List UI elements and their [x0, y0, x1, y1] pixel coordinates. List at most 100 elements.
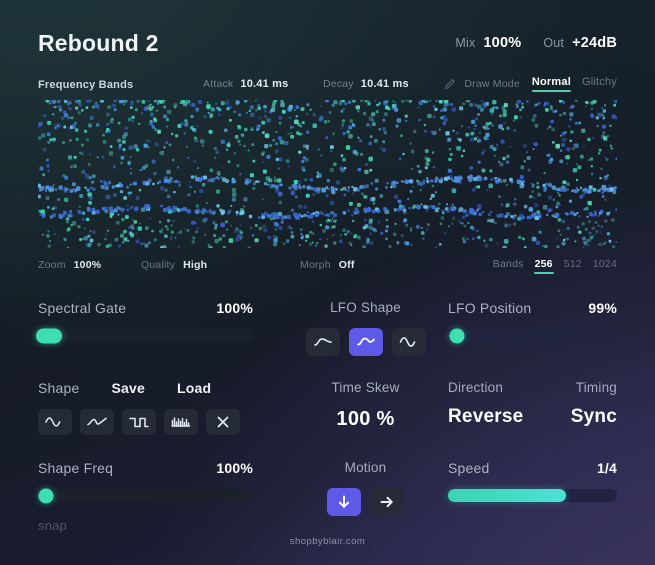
out-label: Out — [543, 36, 565, 50]
speed-control: Speed 1/4 — [448, 460, 617, 502]
subheader-bar: Frequency Bands Attack 10.41 ms Decay 10… — [38, 76, 617, 93]
lfo-position-label: LFO Position — [448, 300, 532, 316]
shape-label: Shape — [38, 380, 80, 396]
timing-value[interactable]: Sync — [571, 406, 617, 428]
smooth-saw-icon[interactable] — [80, 409, 114, 435]
middle-column: LFO Shape Time Skew 100 % Motion — [283, 300, 448, 537]
draw-mode-tabs: Normal Glitchy — [531, 76, 617, 92]
right-column: LFO Position 99% Direction Timing Revers… — [448, 300, 617, 537]
lfo-position-slider[interactable] — [448, 328, 617, 343]
spectral-gate-header: Spectral Gate 100% — [38, 300, 253, 316]
left-column: Spectral Gate 100% Shape Save Load Shape… — [36, 300, 253, 537]
mix-label: Mix — [455, 36, 476, 50]
decay-value: 10.41 ms — [360, 78, 409, 90]
spectrum-canvas — [38, 100, 617, 248]
shape-freq-header: Shape Freq 100% — [38, 460, 253, 476]
lfo-position-control: LFO Position 99% — [448, 300, 617, 343]
page-title: Rebound 2 — [38, 29, 159, 56]
spectral-gate-handle[interactable] — [36, 328, 62, 343]
speed-header: Speed 1/4 — [448, 460, 617, 476]
noise-wave-icon[interactable] — [164, 409, 198, 435]
speed-fill — [448, 489, 567, 502]
motion-control: Motion — [283, 460, 448, 516]
time-skew-control[interactable]: Time Skew 100 % — [283, 380, 448, 431]
lfo-shape-button-row — [283, 328, 448, 356]
wave-sine-icon[interactable] — [391, 328, 426, 356]
lfo-shape-control: LFO Shape — [283, 300, 448, 356]
tab-normal[interactable]: Normal — [531, 76, 572, 92]
shape-freq-handle[interactable] — [38, 488, 54, 503]
speed-slider[interactable] — [448, 489, 617, 502]
lfo-position-value: 99% — [588, 300, 617, 316]
quality-readout[interactable]: Quality High — [141, 259, 207, 271]
shape-button-row — [38, 409, 253, 435]
arrow-down-icon[interactable] — [327, 488, 361, 516]
motion-label: Motion — [344, 460, 387, 475]
control-grid: Spectral Gate 100% Shape Save Load Shape… — [36, 300, 617, 537]
time-skew-value: 100 % — [336, 408, 395, 430]
clear-x-icon[interactable] — [206, 409, 240, 435]
quality-value: High — [183, 259, 208, 271]
shape-freq-slider[interactable] — [38, 488, 253, 503]
shape-freq-label: Shape Freq — [38, 460, 114, 476]
zoom-value: 100% — [73, 259, 102, 271]
shape-load-button[interactable]: Load — [177, 380, 211, 396]
sine-wave-icon[interactable] — [38, 409, 72, 435]
direction-timing-labels: Direction Timing — [448, 380, 617, 395]
tab-glitchy[interactable]: Glitchy — [582, 76, 617, 92]
direction-label: Direction — [448, 380, 504, 395]
morph-label: Morph — [300, 259, 331, 271]
band-option-1024[interactable]: 1024 — [593, 258, 617, 274]
morph-readout[interactable]: Morph Off — [300, 259, 355, 271]
shape-save-button[interactable]: Save — [111, 380, 145, 396]
pencil-icon — [444, 78, 456, 90]
out-value: +24dB — [572, 35, 617, 51]
arrow-right-icon[interactable] — [370, 488, 404, 516]
lfo-position-handle[interactable] — [449, 328, 465, 343]
speed-value: 1/4 — [596, 460, 617, 476]
direction-timing-values: Reverse Sync — [448, 406, 617, 428]
attack-readout[interactable]: Attack 10.41 ms — [203, 78, 288, 90]
section-title: Frequency Bands — [38, 79, 134, 91]
footer-watermark: shopbyblair.com — [289, 536, 366, 547]
zoom-label: Zoom — [38, 259, 66, 271]
spectrum-options-bar: Zoom 100% Quality High Morph Off Bands 2… — [38, 258, 617, 277]
decay-readout[interactable]: Decay 10.41 ms — [323, 78, 409, 90]
lfo-shape-label: LFO Shape — [330, 300, 401, 315]
attack-label: Attack — [203, 78, 234, 90]
bands-selector: Bands 256 512 1024 — [493, 258, 617, 274]
lfo-position-header: LFO Position 99% — [448, 300, 617, 316]
direction-value[interactable]: Reverse — [448, 406, 523, 428]
speed-label: Speed — [448, 460, 490, 476]
square-wave-icon[interactable] — [122, 409, 156, 435]
wave-curve-icon[interactable] — [305, 328, 340, 356]
spectrum-display[interactable] — [38, 100, 617, 248]
zoom-readout[interactable]: Zoom 100% — [38, 259, 101, 271]
timing-label: Timing — [575, 380, 617, 395]
decay-label: Decay — [323, 78, 354, 90]
mix-readout[interactable]: Mix 100% — [455, 35, 521, 51]
out-readout[interactable]: Out +24dB — [543, 35, 617, 51]
spectral-gate-value: 100% — [216, 300, 253, 316]
spectral-gate-slider[interactable] — [36, 328, 253, 343]
draw-mode-group: Draw Mode Normal Glitchy — [444, 76, 617, 92]
morph-value: Off — [338, 259, 355, 271]
motion-button-row — [283, 488, 448, 516]
shape-freq-value: 100% — [216, 460, 253, 476]
draw-mode-label: Draw Mode — [464, 78, 520, 90]
plugin-window: Rebound 2 Mix 100% Out +24dB Frequency B… — [0, 0, 655, 565]
snap-label[interactable]: snap — [38, 518, 67, 533]
shape-freq-control: Shape Freq 100% snap — [38, 460, 253, 533]
shape-control: Shape Save Load — [38, 380, 253, 435]
header-readouts: Mix 100% Out +24dB — [455, 35, 617, 51]
mix-value: 100% — [483, 35, 522, 51]
spectral-gate-control: Spectral Gate 100% — [36, 300, 253, 343]
quality-label: Quality — [141, 259, 176, 271]
band-option-256[interactable]: 256 — [533, 258, 554, 274]
shape-header: Shape Save Load — [38, 380, 253, 396]
direction-timing-control: Direction Timing Reverse Sync — [448, 380, 617, 428]
wave-ramp-icon[interactable] — [348, 328, 383, 356]
header-bar: Rebound 2 Mix 100% Out +24dB — [38, 26, 617, 60]
bands-label: Bands — [492, 258, 524, 270]
band-option-512[interactable]: 512 — [564, 258, 582, 274]
